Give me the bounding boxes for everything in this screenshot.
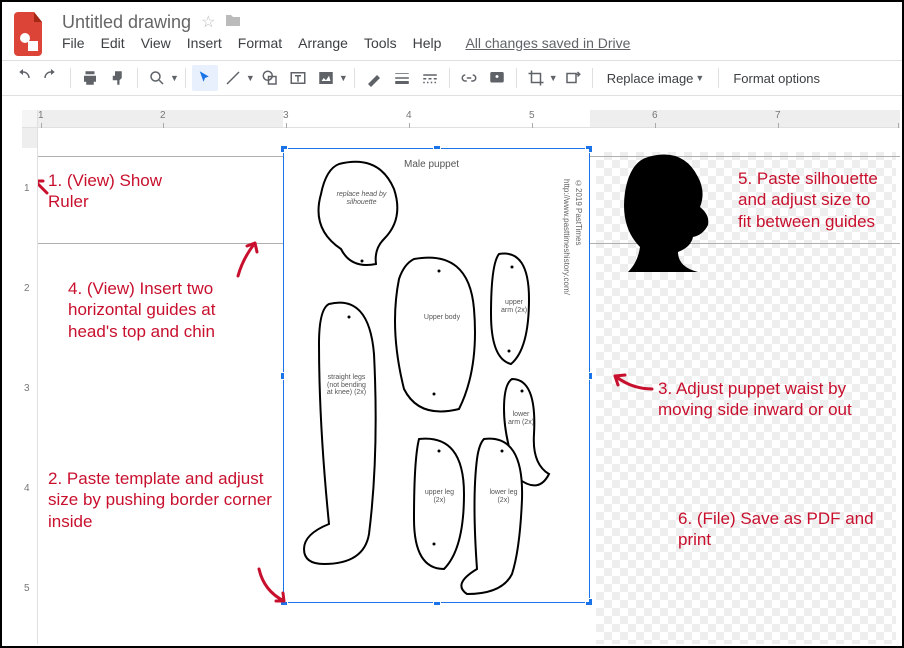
vertical-ruler[interactable]: 1 2 3 4 5 (22, 128, 38, 644)
annotation-5: 5. Paste silhouette and adjust size to f… (738, 168, 888, 232)
reset-image-button[interactable] (560, 65, 586, 91)
shape-tool[interactable] (257, 65, 283, 91)
save-status[interactable]: All changes saved in Drive (465, 35, 630, 51)
puppet-upperbody-label: Upper body (422, 314, 462, 322)
star-icon[interactable]: ☆ (201, 12, 215, 32)
ruler-tick: 3 (24, 383, 30, 394)
image-tool[interactable] (313, 65, 339, 91)
ruler-tick: 7 (775, 110, 781, 121)
annotation-2: 2. Paste template and adjust size by pus… (48, 468, 278, 532)
arrow-2 (256, 566, 291, 609)
redo-button[interactable] (38, 65, 64, 91)
annotation-6: 6. (File) Save as PDF and print (678, 508, 878, 551)
paint-format-button[interactable] (105, 65, 131, 91)
drawing-canvas[interactable]: Male puppet ©2019 PastTimes http://www.p… (38, 128, 900, 644)
annotation-4: 4. (View) Insert two horizontal guides a… (68, 278, 268, 342)
line-dropdown-icon[interactable]: ▼ (246, 73, 255, 83)
horizontal-ruler[interactable]: 1 2 3 4 5 6 7 (38, 110, 900, 128)
menu-insert[interactable]: Insert (187, 35, 222, 51)
menu-arrange[interactable]: Arrange (298, 35, 348, 51)
puppet-lowerarm-label: lower arm (2x) (506, 411, 536, 426)
ruler-tick: 5 (24, 583, 30, 594)
crop-dropdown-icon[interactable]: ▼ (549, 73, 558, 83)
menu-format[interactable]: Format (238, 35, 282, 51)
annotation-1: 1. (View) Show Ruler (48, 170, 198, 213)
select-tool[interactable] (192, 65, 218, 91)
puppet-lowerleg-label: lower leg (2x) (486, 489, 521, 504)
puppet-head-label: replace head by silhouette (334, 191, 389, 206)
ruler-tick: 5 (529, 110, 535, 121)
ruler-tick: 4 (24, 483, 30, 494)
workspace: 1 2 3 4 5 6 7 1 2 3 4 5 (4, 110, 900, 644)
ruler-tick: 6 (652, 110, 658, 121)
titlebar: Untitled drawing ☆ File Edit View Insert… (2, 2, 902, 60)
crop-button[interactable] (523, 65, 549, 91)
ruler-tick: 1 (24, 183, 30, 194)
line-tool[interactable] (220, 65, 246, 91)
silhouette-image[interactable] (618, 152, 718, 272)
border-color-button[interactable] (361, 65, 387, 91)
ruler-tick: 1 (38, 110, 44, 121)
link-button[interactable] (456, 65, 482, 91)
puppet-template-image[interactable]: Male puppet ©2019 PastTimes http://www.p… (284, 149, 589, 602)
comment-button[interactable] (484, 65, 510, 91)
puppet-upperarm-label: upper arm (2x) (499, 299, 529, 314)
print-button[interactable] (77, 65, 103, 91)
arrow-1 (38, 178, 52, 201)
ruler-tick: 2 (24, 283, 30, 294)
format-options-button[interactable]: Format options (725, 71, 828, 86)
menu-edit[interactable]: Edit (101, 35, 125, 51)
replace-image-button[interactable]: Replace image▼ (599, 71, 713, 86)
ruler-tick: 4 (406, 110, 412, 121)
menu-bar: File Edit View Insert Format Arrange Too… (62, 33, 630, 57)
menu-file[interactable]: File (62, 35, 85, 51)
document-title[interactable]: Untitled drawing (62, 12, 191, 33)
ruler-corner (22, 110, 38, 128)
ruler-tick: 3 (283, 110, 289, 121)
arrow-4 (233, 238, 263, 281)
zoom-dropdown-icon[interactable]: ▼ (170, 73, 179, 83)
app-icon (12, 10, 48, 58)
folder-icon[interactable] (225, 13, 241, 32)
menu-view[interactable]: View (141, 35, 171, 51)
image-dropdown-icon[interactable]: ▼ (339, 73, 348, 83)
border-weight-button[interactable] (389, 65, 415, 91)
menu-help[interactable]: Help (413, 35, 442, 51)
puppet-upperleg-label: upper leg (2x) (422, 489, 457, 504)
puppet-legs-label: straight legs (not bending at knee) (2x) (324, 374, 369, 397)
textbox-tool[interactable] (285, 65, 311, 91)
ruler-tick: 2 (160, 110, 166, 121)
zoom-button[interactable] (144, 65, 170, 91)
arrow-3 (610, 371, 655, 399)
toolbar: ▼ ▼ ▼ ▼ Replace image▼ Format options (2, 60, 902, 96)
menu-tools[interactable]: Tools (364, 35, 397, 51)
annotation-3: 3. Adjust puppet waist by moving side in… (658, 378, 888, 421)
border-dash-button[interactable] (417, 65, 443, 91)
undo-button[interactable] (10, 65, 36, 91)
